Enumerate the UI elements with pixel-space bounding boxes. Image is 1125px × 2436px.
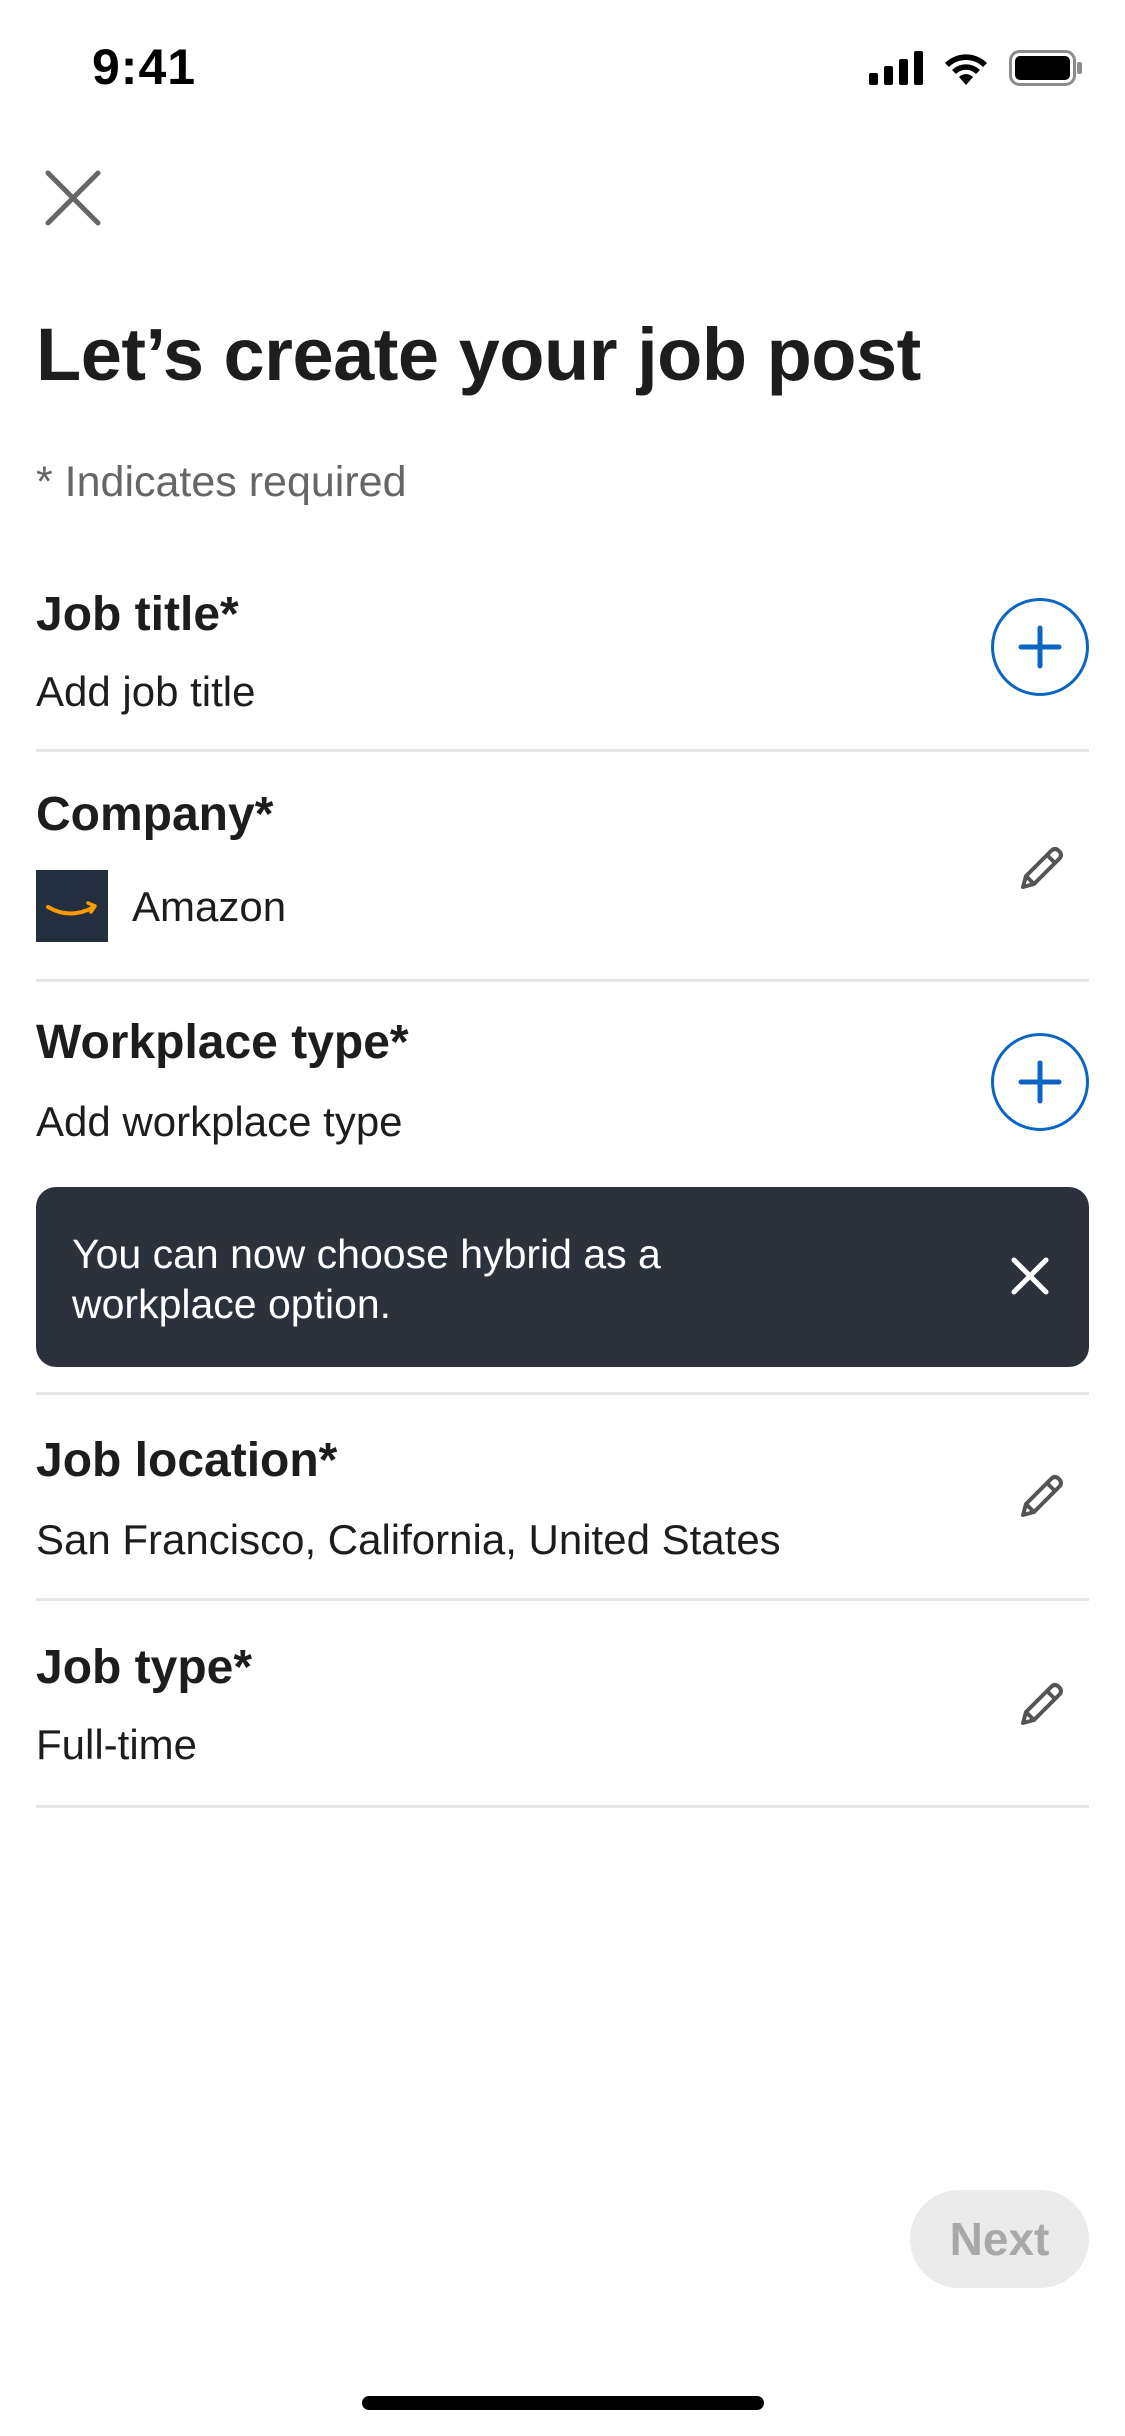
toast-message: You can now choose hybrid as a workplace… [72, 1231, 661, 1327]
job-location-label: Job location* [36, 1434, 338, 1487]
company-label: Company* [36, 788, 274, 841]
job-title-label: Job title* [36, 588, 239, 641]
status-time: 9:41 [92, 39, 197, 95]
job-title-field[interactable]: Job title* Add job title [36, 580, 1089, 752]
next-button[interactable]: Next [910, 2190, 1089, 2288]
close-icon [45, 170, 101, 226]
job-location-value: San Francisco, California, United States [36, 1516, 781, 1563]
company-value: Amazon [132, 883, 287, 930]
pencil-icon [1021, 1683, 1063, 1725]
toast-close-button[interactable] [1009, 1255, 1051, 1297]
page-title: Let’s create your job post [36, 313, 921, 396]
signal-icon [869, 51, 923, 85]
company-field[interactable]: Company* Amazon [36, 755, 1089, 982]
edit-company-button[interactable] [1017, 843, 1067, 893]
edit-job-type-button[interactable] [1017, 1679, 1067, 1729]
job-location-field[interactable]: Job location* San Francisco, California,… [36, 1398, 1089, 1601]
edit-job-location-button[interactable] [1017, 1471, 1067, 1521]
home-indicator [362, 2396, 764, 2410]
add-workplace-type-button[interactable] [991, 1033, 1089, 1131]
company-logo [36, 870, 108, 942]
job-title-value: Add job title [36, 668, 256, 715]
job-type-value: Full-time [36, 1721, 198, 1768]
job-type-field[interactable]: Job type* Full-time [36, 1603, 1089, 1808]
workplace-type-value: Add workplace type [36, 1098, 403, 1145]
pencil-icon [1021, 1475, 1063, 1517]
pencil-icon [1021, 847, 1063, 889]
plus-icon [1018, 1060, 1062, 1104]
job-post-screen: 9:41 Let’s create your job post * Indica… [0, 0, 1125, 2436]
wifi-icon [945, 54, 987, 85]
required-note: * Indicates required [36, 458, 407, 506]
close-icon [1011, 1257, 1049, 1295]
job-type-label: Job type* [36, 1641, 253, 1694]
plus-icon [1018, 625, 1062, 669]
workplace-type-label: Workplace type* [36, 1016, 409, 1069]
battery-icon [1009, 50, 1082, 86]
close-button[interactable] [40, 165, 106, 231]
add-job-title-button[interactable] [991, 598, 1089, 696]
hybrid-info-toast: You can now choose hybrid as a workplace… [36, 1187, 1089, 1367]
amazon-logo-icon [46, 901, 97, 916]
status-icons [869, 50, 1083, 86]
